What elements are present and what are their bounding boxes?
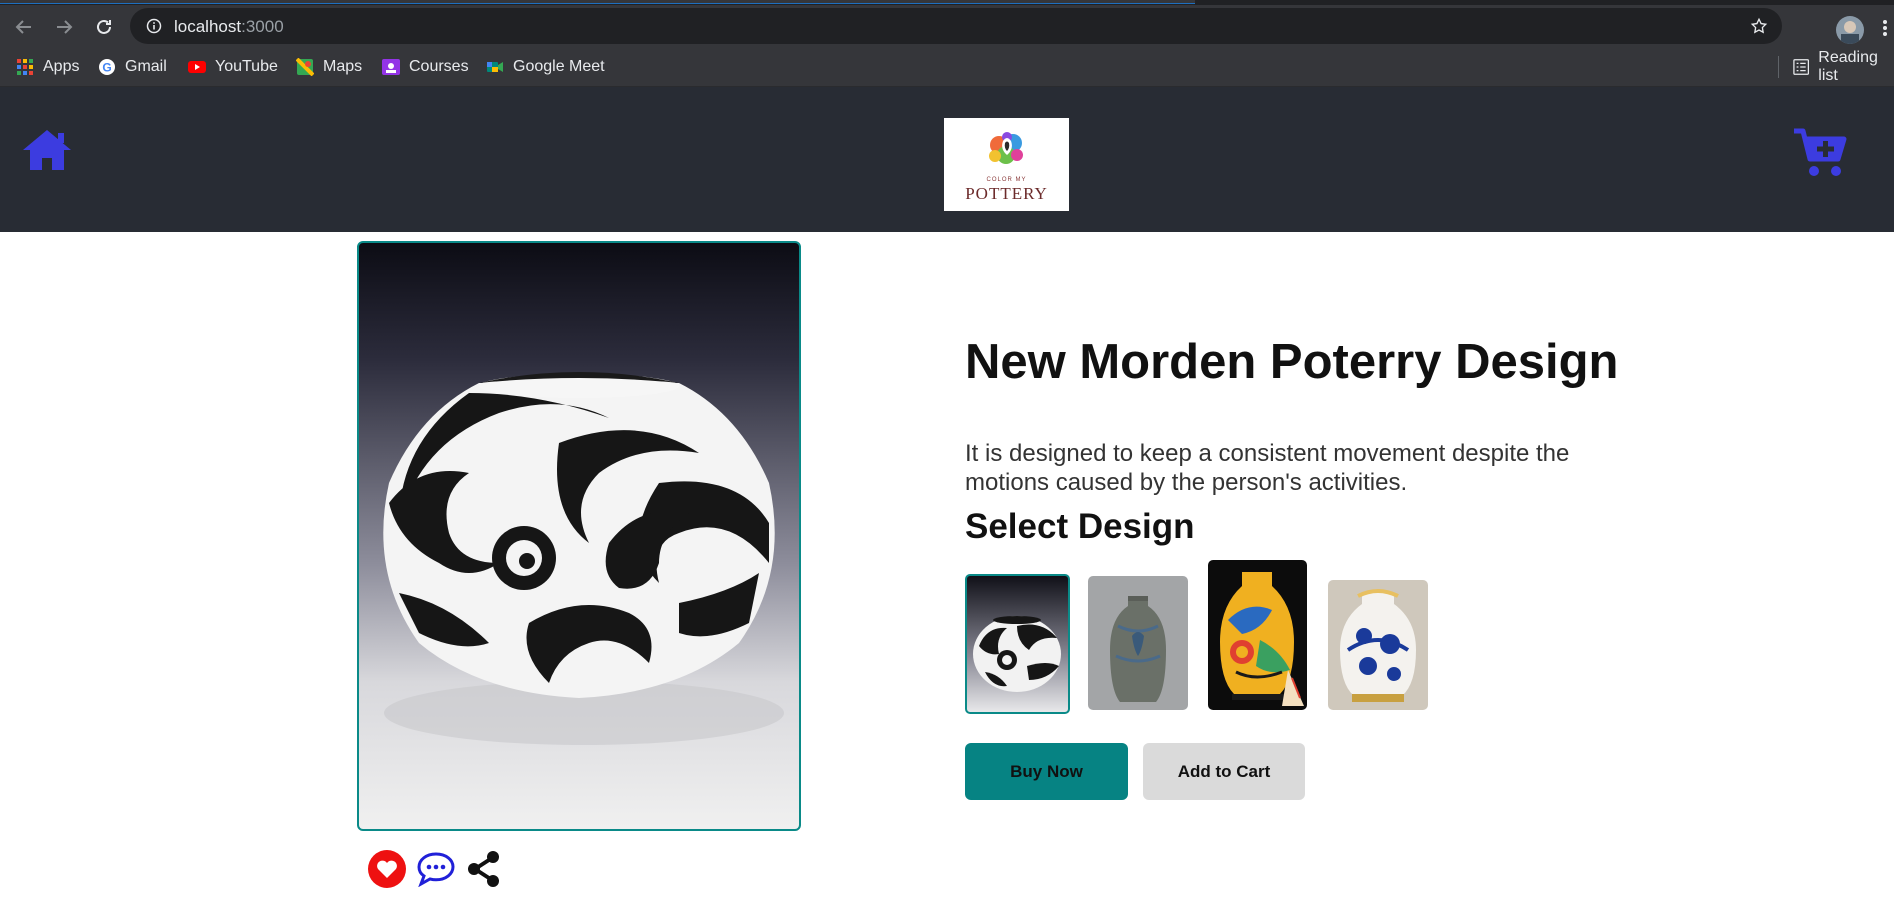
app-header: COLOR MY POTTERY [0, 87, 1894, 232]
youtube-icon [188, 61, 206, 73]
swirl-vase-image [383, 372, 784, 745]
logo-wordmark: POTTERY [965, 184, 1048, 203]
bookmarks-bar: Apps G Gmail YouTube Maps Courses Google… [0, 47, 1894, 87]
meet-icon [487, 62, 503, 72]
info-icon[interactable] [146, 18, 162, 34]
profile-avatar[interactable] [1836, 16, 1864, 44]
cart-plus-icon [1794, 128, 1847, 176]
forward-button[interactable] [50, 13, 78, 41]
arrow-left-icon [15, 20, 31, 34]
arrow-right-icon [57, 20, 73, 34]
bookmark-gmail[interactable]: G Gmail [98, 56, 167, 78]
google-icon: G [99, 59, 115, 75]
url-text: localhost:3000 [174, 17, 284, 36]
brand-logo[interactable]: COLOR MY POTTERY [944, 118, 1069, 211]
bookmark-maps[interactable]: Maps [296, 56, 362, 78]
classroom-icon [382, 59, 400, 75]
star-icon[interactable] [1750, 17, 1768, 35]
bookmark-courses[interactable]: Courses [382, 56, 469, 78]
bookmark-apps[interactable]: Apps [16, 56, 79, 78]
menu-dots-icon[interactable] [1882, 19, 1888, 37]
home-button[interactable] [20, 127, 74, 178]
reload-button[interactable] [90, 13, 118, 41]
product-main-image [357, 241, 801, 831]
bookmark-google-meet[interactable]: Google Meet [486, 56, 605, 78]
share-icon[interactable] [466, 850, 502, 888]
add-to-cart-icon-button[interactable] [1792, 127, 1850, 184]
select-design-heading: Select Design [965, 507, 1195, 546]
apps-grid-icon [17, 59, 33, 75]
svg-text:G: G [102, 61, 111, 75]
design-thumb-3[interactable] [1208, 560, 1307, 710]
reading-list-button[interactable]: Reading list [1793, 49, 1894, 84]
address-bar[interactable]: localhost:3000 [130, 8, 1782, 44]
swirl-vase-thumb-image [973, 616, 1061, 692]
product-title: New Morden Poterry Design [965, 335, 1619, 389]
product-description: It is designed to keep a consistent move… [965, 440, 1570, 496]
buy-now-button[interactable]: Buy Now [965, 743, 1128, 800]
design-thumb-2[interactable] [1088, 576, 1188, 710]
add-to-cart-button[interactable]: Add to Cart [1143, 743, 1305, 800]
home-icon [23, 130, 71, 170]
yellow-art-vase-thumb-image [1220, 572, 1304, 706]
reading-list-icon [1793, 59, 1810, 75]
browser-toolbar: localhost:3000 [0, 5, 1894, 47]
bookmark-youtube[interactable]: YouTube [188, 56, 278, 78]
logo-splash-icon [988, 132, 1023, 164]
bookmark-divider [1778, 56, 1779, 78]
design-thumb-1[interactable] [965, 574, 1070, 714]
maps-icon [296, 58, 314, 76]
heart-icon[interactable] [368, 850, 406, 888]
comment-icon[interactable] [416, 851, 456, 887]
social-actions [368, 850, 502, 888]
logo-tagline: COLOR MY [986, 177, 1027, 183]
blue-white-vase-thumb-image [1340, 589, 1416, 702]
back-button[interactable] [10, 13, 38, 41]
design-thumb-4[interactable] [1328, 580, 1428, 710]
reload-icon [97, 19, 111, 34]
bronze-vase-thumb-image [1110, 596, 1166, 702]
